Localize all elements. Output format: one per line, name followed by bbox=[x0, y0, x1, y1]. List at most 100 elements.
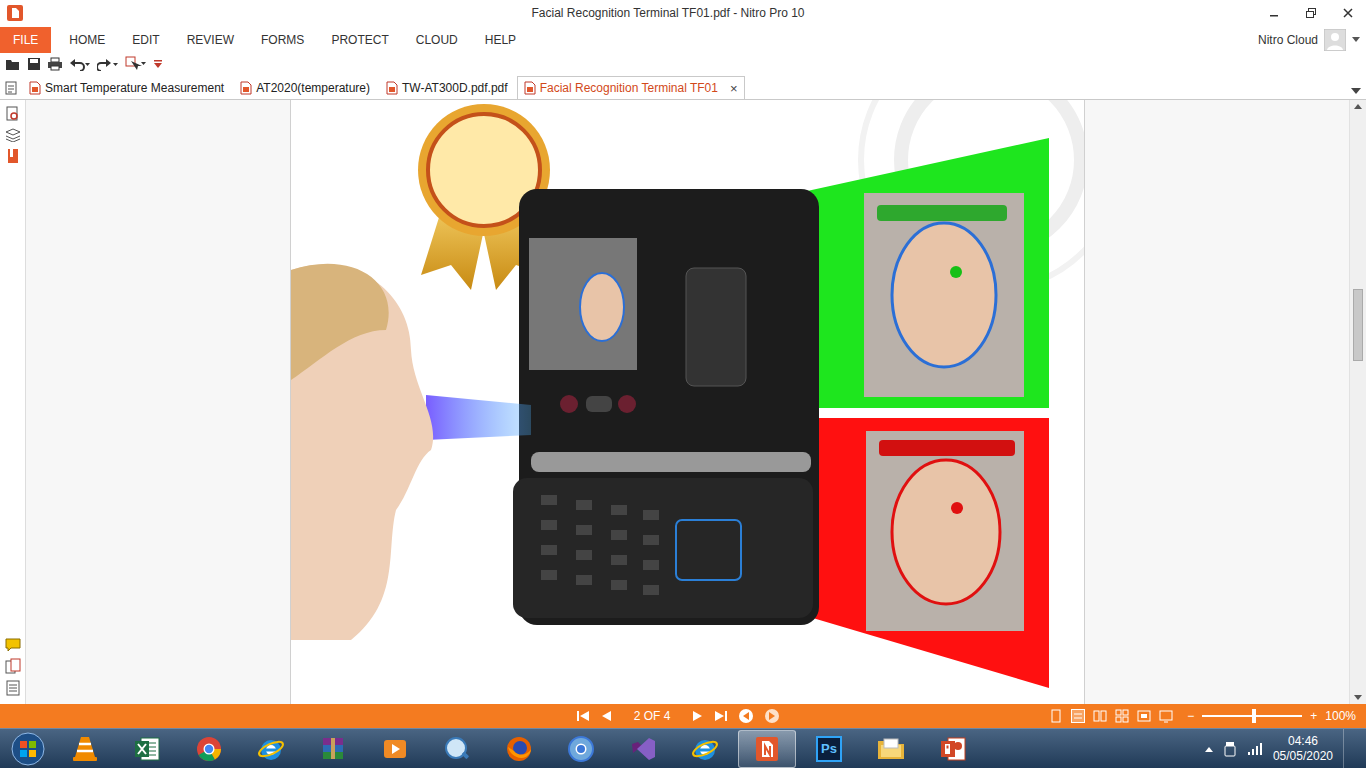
taskbar-button[interactable] bbox=[304, 730, 362, 768]
taskbar-button[interactable] bbox=[862, 730, 920, 768]
taskbar-button[interactable]: Ps bbox=[800, 730, 858, 768]
zoom-handle[interactable] bbox=[1252, 709, 1256, 723]
previous-view-icon[interactable] bbox=[738, 708, 754, 724]
minimize-icon[interactable] bbox=[1269, 8, 1279, 18]
full-screen-icon[interactable] bbox=[1159, 709, 1173, 723]
zoom-slider[interactable] bbox=[1202, 715, 1302, 717]
media-icon bbox=[381, 735, 409, 763]
document-canvas bbox=[26, 100, 1349, 704]
show-hidden-icons-icon[interactable] bbox=[1205, 746, 1213, 752]
status-bar: 2 OF 4 − +100% bbox=[0, 704, 1366, 728]
print-icon[interactable] bbox=[47, 57, 63, 71]
zoom-percent[interactable]: 100% bbox=[1325, 709, 1356, 723]
output-icon[interactable] bbox=[6, 680, 20, 696]
tab-label: AT2020(temperature) bbox=[256, 81, 370, 95]
first-page-icon[interactable] bbox=[576, 710, 590, 722]
vlc-icon bbox=[72, 735, 98, 763]
taskbar-button[interactable] bbox=[118, 730, 176, 768]
taskbar-button[interactable] bbox=[180, 730, 238, 768]
menu-item[interactable]: PROTECT bbox=[331, 33, 388, 47]
vertical-scrollbar[interactable] bbox=[1349, 100, 1366, 704]
taskbar-button[interactable] bbox=[738, 730, 796, 768]
taskbar-button[interactable] bbox=[552, 730, 610, 768]
attachments-icon[interactable] bbox=[5, 658, 21, 674]
comments-icon[interactable] bbox=[5, 638, 21, 652]
explorer-icon bbox=[876, 735, 906, 763]
tab-label: Smart Temperature Measurement bbox=[45, 81, 224, 95]
taskbar-button[interactable] bbox=[490, 730, 548, 768]
scroll-thumb[interactable] bbox=[1353, 289, 1363, 361]
account-label[interactable]: Nitro Cloud bbox=[1258, 33, 1318, 47]
window-title: Facial Recognition Terminal TF01.pdf - N… bbox=[30, 6, 1256, 20]
scroll-down-icon[interactable] bbox=[1353, 690, 1363, 704]
redo-icon[interactable] bbox=[97, 57, 119, 71]
find-icon[interactable] bbox=[6, 106, 20, 122]
navigation-sidebar bbox=[0, 100, 26, 704]
taskbar: Ps 04:4605/05/2020 bbox=[0, 728, 1366, 768]
clock[interactable]: 04:4605/05/2020 bbox=[1273, 734, 1333, 764]
taskbar-button[interactable] bbox=[366, 730, 424, 768]
menu-item[interactable]: EDIT bbox=[132, 33, 159, 47]
taskbar-button[interactable] bbox=[924, 730, 982, 768]
close-icon[interactable] bbox=[1343, 8, 1353, 18]
restore-icon[interactable] bbox=[1306, 8, 1316, 18]
signal-icon[interactable] bbox=[1247, 742, 1263, 756]
avatar-icon[interactable] bbox=[1324, 29, 1346, 51]
document-tab[interactable]: Facial Recognition Terminal TF01× bbox=[517, 76, 745, 99]
next-view-icon[interactable] bbox=[764, 708, 780, 724]
taskbar-button[interactable] bbox=[614, 730, 672, 768]
photoshop-icon: Ps bbox=[816, 736, 842, 762]
layers-icon[interactable] bbox=[5, 128, 21, 142]
taskbar-button[interactable] bbox=[242, 730, 300, 768]
zoom-in-button[interactable]: + bbox=[1310, 709, 1317, 723]
save-icon[interactable] bbox=[27, 57, 41, 71]
menu-item[interactable]: HOME bbox=[69, 33, 105, 47]
tab-list-icon[interactable] bbox=[1351, 88, 1361, 94]
show-desktop-button[interactable] bbox=[1343, 729, 1354, 768]
taskbar-button[interactable] bbox=[676, 730, 734, 768]
pdf-file-icon bbox=[29, 81, 41, 95]
power-icon[interactable] bbox=[1223, 741, 1237, 757]
tab-close-button[interactable]: × bbox=[730, 81, 738, 96]
next-page-icon[interactable] bbox=[692, 710, 704, 722]
zoom-out-button[interactable]: − bbox=[1187, 709, 1194, 723]
bookmarks-icon[interactable] bbox=[6, 148, 20, 164]
page-indicator[interactable]: 2 OF 4 bbox=[622, 709, 682, 723]
facing-icon[interactable] bbox=[1093, 709, 1107, 723]
document-tab[interactable]: TW-AT300D.pdf.pdf bbox=[379, 76, 515, 99]
fit-icon[interactable] bbox=[1137, 709, 1151, 723]
taskbar-button[interactable] bbox=[428, 730, 486, 768]
continuous-icon[interactable] bbox=[1071, 709, 1085, 723]
taskbar-button[interactable] bbox=[56, 730, 114, 768]
single-page-icon[interactable] bbox=[1049, 709, 1063, 723]
winrar-icon bbox=[319, 735, 347, 763]
document-tab[interactable]: AT2020(temperature) bbox=[233, 76, 377, 99]
undo-icon[interactable] bbox=[69, 57, 91, 71]
ie-icon bbox=[691, 735, 719, 763]
vs-icon bbox=[629, 735, 657, 763]
menu-item[interactable]: FORMS bbox=[261, 33, 304, 47]
pages-icon[interactable] bbox=[5, 81, 17, 95]
app-label: Ps bbox=[821, 741, 837, 756]
nitro-logo-icon bbox=[7, 5, 23, 21]
menu-item[interactable]: HELP bbox=[485, 33, 516, 47]
open-icon[interactable] bbox=[5, 57, 21, 71]
menu-item[interactable]: CLOUD bbox=[416, 33, 458, 47]
start-orb-icon[interactable] bbox=[11, 732, 45, 766]
menu-bar: FILE HOME EDIT REVIEW FORMS PROTECT CLOUD HELP N… bbox=[0, 26, 1366, 54]
tab-bar: Smart Temperature Measurement AT2020(temp… bbox=[0, 74, 1366, 100]
previous-page-icon[interactable] bbox=[600, 710, 612, 722]
last-page-icon[interactable] bbox=[714, 710, 728, 722]
dropdown-icon[interactable] bbox=[1352, 37, 1360, 43]
file-button[interactable]: FILE bbox=[0, 27, 51, 53]
chromium-icon bbox=[567, 735, 595, 763]
select-icon[interactable] bbox=[125, 56, 147, 72]
pdf-file-icon bbox=[386, 81, 398, 95]
document-tab[interactable]: Smart Temperature Measurement bbox=[22, 76, 231, 99]
powerpoint-icon bbox=[939, 735, 967, 763]
network-icon bbox=[443, 735, 471, 763]
customize-icon[interactable] bbox=[153, 59, 163, 69]
menu-item[interactable]: REVIEW bbox=[187, 33, 234, 47]
facing-continuous-icon[interactable] bbox=[1115, 709, 1129, 723]
scroll-up-icon[interactable] bbox=[1353, 100, 1363, 114]
